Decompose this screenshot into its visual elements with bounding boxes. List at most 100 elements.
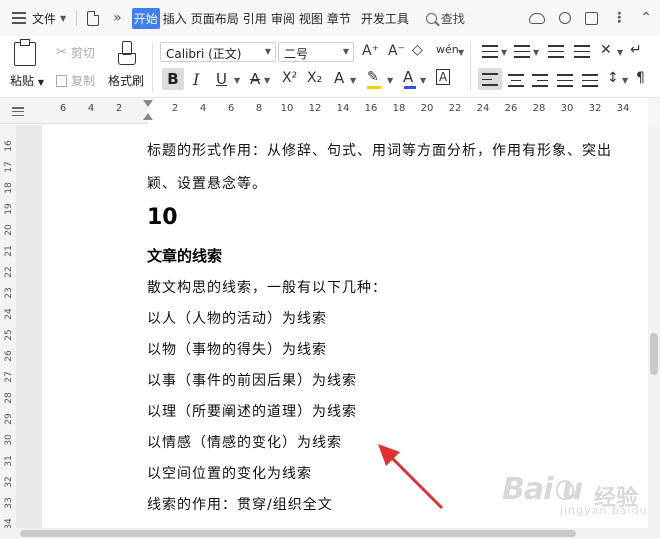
ruler-tick: 4 [199,103,207,114]
chevron-down-icon[interactable]: ▼ [533,48,539,57]
ribbon-tabs: 开始 插入 页面布局 引用 审阅 视图 章节 开发工具 [131,7,412,29]
chevron-down-icon[interactable]: ▼ [617,48,623,57]
strikethrough-button[interactable]: A [250,70,260,88]
ruler-menu-icon[interactable] [12,107,24,116]
tab-review[interactable]: 审阅 [270,8,296,29]
increase-indent-icon[interactable] [574,45,590,58]
ruler-tick: 14 [336,103,350,114]
paste-button[interactable]: 粘贴 ▼ [10,72,44,89]
italic-button[interactable]: I [193,70,199,89]
grow-font-icon[interactable]: A⁺ [362,43,379,59]
paragraph-line[interactable]: 以理（所要阐述的道理）为线索 [147,401,357,421]
vertical-scrollbar[interactable] [648,99,660,528]
chevron-down-icon[interactable]: ▼ [420,76,426,85]
ruler-tick: 31 [4,455,14,467]
shrink-font-icon[interactable]: A⁻ [388,43,405,59]
highlighter-icon[interactable]: ✎ [367,69,379,85]
tab-view[interactable]: 视图 [298,8,324,29]
ruler-tick: 32 [4,476,14,488]
paste-icon[interactable] [14,39,36,66]
collapse-ribbon-icon[interactable]: ⌃ [640,10,652,26]
section-heading[interactable]: 文章的线索 [147,245,222,266]
paragraph-line[interactable]: 颖、设置悬念等。 [147,173,267,193]
search-button[interactable]: 查找 [425,10,465,27]
ruler-tick: 28 [4,392,14,404]
phonetic-guide-icon[interactable]: wén [436,43,459,56]
paragraph-mark-icon[interactable]: ¶ [636,70,645,86]
bullet-list-icon[interactable] [482,45,498,58]
chevron-down-icon[interactable]: ▼ [264,76,270,85]
underline-button[interactable]: U [216,70,227,88]
ruler-tick: 30 [4,434,14,446]
justify-icon[interactable] [557,74,573,87]
horizontal-scrollbar[interactable] [0,528,660,539]
new-document-icon[interactable] [87,10,100,26]
section-number[interactable]: 10 [147,205,178,230]
document-page[interactable] [42,125,648,528]
paragraph-line[interactable]: 线索的作用：贯穿/组织全文 [147,494,333,514]
tab-developer[interactable]: 开发工具 [360,8,410,29]
text-effect-button[interactable]: A [334,69,344,87]
tab-section[interactable]: 章节 [326,8,352,29]
format-painter-icon[interactable] [118,41,136,67]
double-chevron-right-icon[interactable]: » [113,10,122,26]
paragraph-line[interactable]: 以空间位置的变化为线索 [147,463,312,483]
distributed-align-icon[interactable] [582,74,598,87]
align-right-icon[interactable] [532,74,548,87]
line-spacing-icon[interactable]: ↕ [607,70,619,86]
file-menu[interactable]: 文件 ▼ [32,10,66,27]
tab-references[interactable]: 引用 [242,8,268,29]
paragraph-line[interactable]: 散文构思的线索，一般有以下几种： [147,277,387,297]
share-icon[interactable] [585,11,599,25]
ruler-tick: 21 [4,245,14,257]
copy-button[interactable]: 复制 [56,72,95,89]
bold-button[interactable]: B [162,68,184,90]
ruler-tick: 16 [364,103,378,114]
ruler-tick: 20 [420,103,434,114]
clear-format-icon[interactable]: ◇ [412,42,423,58]
vertical-ruler[interactable]: 16 17 18 19 20 21 22 23 24 25 26 27 28 2… [0,125,16,530]
vertical-scroll-thumb[interactable] [650,333,658,375]
subscript-button[interactable]: X₂ [307,70,322,86]
numbered-list-icon[interactable] [514,45,530,58]
paragraph-line[interactable]: 以情感（情感的变化）为线索 [147,432,342,452]
paragraph-line[interactable]: 以事（事件的前因后果）为线索 [147,370,357,390]
tab-insert[interactable]: 插入 [162,8,188,29]
divider [76,10,78,26]
ruler-tick: 18 [4,182,14,194]
show-marks-icon[interactable]: ↵ [630,42,642,58]
format-painter-button[interactable]: 格式刷 [108,72,144,89]
paragraph-line[interactable]: 标题的形式作用：从修辞、句式、用词等方面分析，作用有形象、突出 [147,140,612,160]
paragraph-line[interactable]: 以人（人物的活动）为线索 [147,308,327,328]
ruler-tick: 2 [115,103,123,114]
sort-icon[interactable]: ✕ [600,42,612,58]
tab-page-layout[interactable]: 页面布局 [190,8,240,29]
cloud-sync-icon[interactable] [529,12,546,24]
horizontal-scroll-thumb[interactable] [20,530,576,537]
font-size-select[interactable]: 二号 ▼ [278,42,354,62]
indent-marker[interactable] [143,99,153,124]
tab-home[interactable]: 开始 [131,7,160,29]
chevron-down-icon: ▼ [342,47,349,56]
superscript-button[interactable]: X² [282,70,297,86]
ruler-tick: 24 [476,103,490,114]
font-color-button[interactable]: A [403,68,413,86]
chevron-down-icon[interactable]: ▼ [501,48,507,57]
ruler-tick: 19 [4,203,14,215]
character-border-button[interactable]: A [436,69,451,85]
horizontal-ruler[interactable]: 6 4 2 2 4 6 8 10 12 14 16 18 20 22 24 26… [0,99,660,124]
cut-button[interactable]: ✂ 剪切 [56,44,95,61]
paste-label: 粘贴 [10,74,35,88]
decrease-indent-icon[interactable] [548,45,564,58]
chevron-down-icon[interactable]: ▼ [387,76,393,85]
align-left-button[interactable] [478,68,502,90]
align-center-icon[interactable] [508,74,524,87]
chevron-down-icon[interactable]: ▼ [234,76,240,85]
more-options-icon[interactable]: ⋮ [612,10,626,26]
font-name-select[interactable]: Calibri (正文) ▼ [160,42,276,62]
hamburger-icon[interactable] [12,12,26,24]
chevron-down-icon[interactable]: ▼ [622,76,628,85]
collaborate-user-icon[interactable] [559,12,572,24]
paragraph-line[interactable]: 以物（事物的得失）为线索 [147,339,327,359]
chevron-down-icon[interactable]: ▼ [350,76,356,85]
